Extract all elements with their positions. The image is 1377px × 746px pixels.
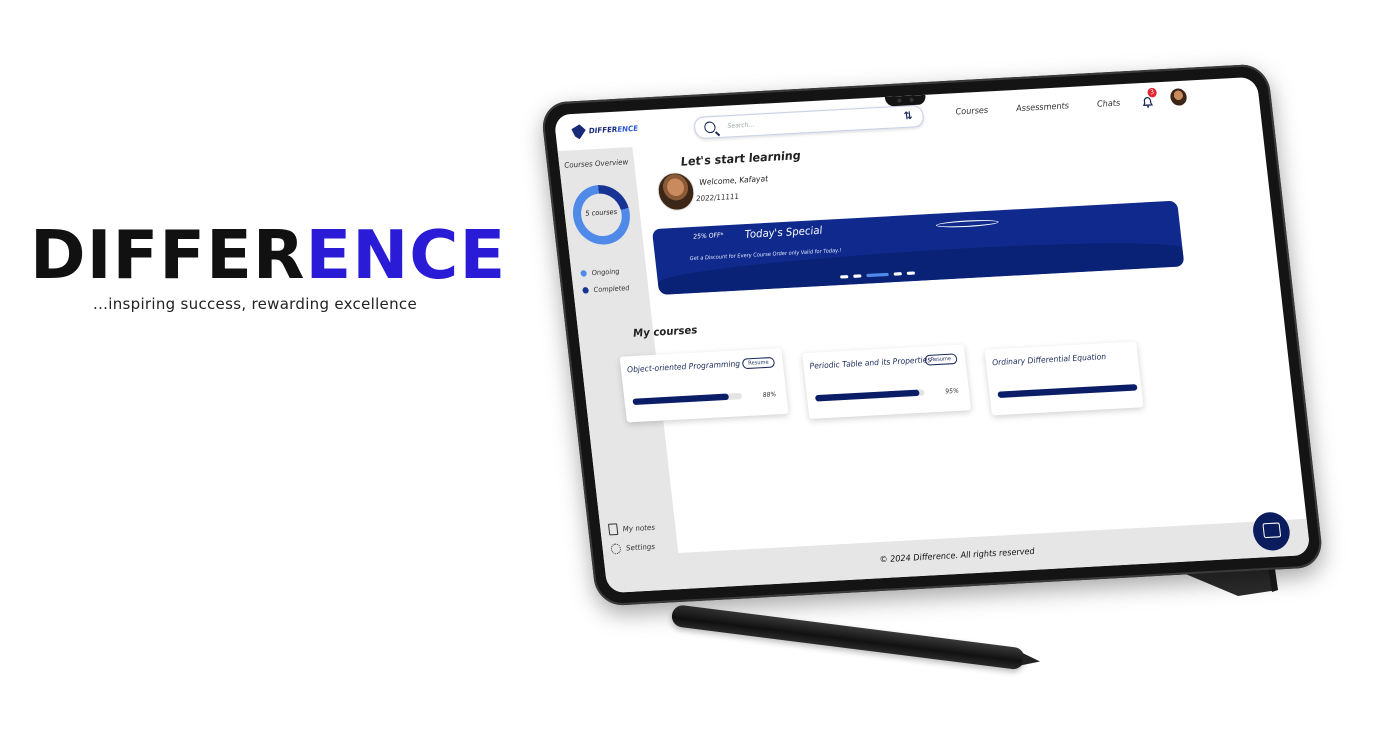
legend-completed-label: Completed: [593, 283, 630, 295]
carousel-dot[interactable]: [840, 275, 849, 279]
app-topbar: DIFFERENCE Search... ⇅ Courses Assessmen…: [554, 77, 1261, 151]
search-icon: [703, 121, 717, 134]
tablet-device: DIFFERENCE Search... ⇅ Courses Assessmen…: [540, 63, 1325, 607]
progress-fill: [997, 384, 1138, 399]
gear-icon: [610, 543, 622, 555]
banner-badge: 25% OFF*: [692, 231, 724, 241]
tablet-mockup: DIFFERENCE Search... ⇅ Courses Assessmen…: [0, 0, 1377, 746]
logo-text-b: ENCE: [616, 124, 639, 134]
search-bar[interactable]: Search... ⇅: [693, 104, 925, 140]
chat-icon: [1262, 522, 1282, 539]
chat-button[interactable]: [1251, 511, 1292, 552]
copyright-text: © 2024 Difference. All rights reserved: [878, 546, 1036, 565]
course-title: Object-oriented Programming: [626, 358, 741, 375]
course-progress-label: 95%: [944, 387, 960, 396]
course-title: Ordinary Differential Equation: [991, 351, 1107, 368]
promo-banner[interactable]: 25% OFF* Today's Special Get a Discount …: [651, 200, 1185, 295]
course-title: Periodic Table and its Properties: [809, 354, 932, 371]
logo-icon: [571, 124, 587, 140]
ongoing-dot-icon: [580, 270, 588, 277]
nav-courses[interactable]: Courses: [955, 105, 989, 116]
resume-button[interactable]: Resume: [741, 356, 776, 370]
tablet-screen: DIFFERENCE Search... ⇅ Courses Assessmen…: [553, 76, 1311, 594]
page-title: Let's start learning: [680, 148, 802, 169]
filter-icon[interactable]: ⇅: [903, 110, 913, 122]
banner-ring-decoration: [935, 218, 999, 229]
search-input[interactable]: Search...: [727, 121, 755, 130]
resume-button[interactable]: Resume: [924, 353, 958, 366]
carousel-dot[interactable]: [906, 271, 916, 275]
notification-badge: 3: [1147, 87, 1158, 98]
donut-label: 5 courses: [584, 207, 618, 218]
legend-completed: Completed: [582, 284, 630, 295]
progress-fill: [814, 389, 920, 402]
course-progress-bar: [814, 389, 925, 402]
sidebar-item-settings[interactable]: Settings: [610, 542, 655, 555]
logo-text-a: DIFFER: [588, 125, 618, 136]
course-progress-bar: [632, 392, 743, 406]
legend-ongoing: Ongoing: [580, 267, 620, 278]
registration-number: 2022/11111: [695, 192, 740, 204]
course-card[interactable]: Periodic Table and its Properties Resume…: [802, 344, 972, 419]
logo-text: DIFFERENCE: [588, 124, 638, 135]
course-progress-label: 88%: [762, 390, 777, 400]
course-card[interactable]: Object-oriented Programming Resume 88%: [619, 347, 789, 423]
profile-avatar: [655, 171, 697, 212]
nav-chats[interactable]: Chats: [1096, 98, 1120, 109]
notification-bell[interactable]: 3: [1140, 87, 1158, 108]
banner-title: Today's Special: [744, 225, 823, 242]
course-card[interactable]: Ordinary Differential Equation: [984, 341, 1144, 416]
legend-ongoing-label: Ongoing: [591, 267, 620, 278]
progress-fill: [632, 393, 730, 406]
my-courses-title: My courses: [632, 324, 699, 340]
notes-icon: [607, 523, 619, 536]
carousel-dot[interactable]: [853, 274, 862, 278]
course-progress-bar: [997, 384, 1138, 399]
app-logo[interactable]: DIFFERENCE: [571, 121, 639, 139]
settings-label: Settings: [625, 542, 656, 553]
completed-dot-icon: [582, 287, 589, 294]
nav-assessments[interactable]: Assessments: [1016, 101, 1070, 113]
footer: © 2024 Difference. All rights reserved: [603, 511, 1311, 594]
courses-overview-title: Courses Overview: [563, 157, 629, 170]
banner-wave: [655, 236, 1185, 295]
sidebar-item-my-notes[interactable]: My notes: [607, 521, 656, 536]
courses-donut-chart: 5 courses: [569, 183, 634, 247]
user-avatar[interactable]: [1169, 88, 1188, 106]
carousel-dot[interactable]: [893, 272, 902, 276]
welcome-text: Welcome, Kafayat: [698, 173, 769, 188]
my-notes-label: My notes: [622, 522, 656, 534]
